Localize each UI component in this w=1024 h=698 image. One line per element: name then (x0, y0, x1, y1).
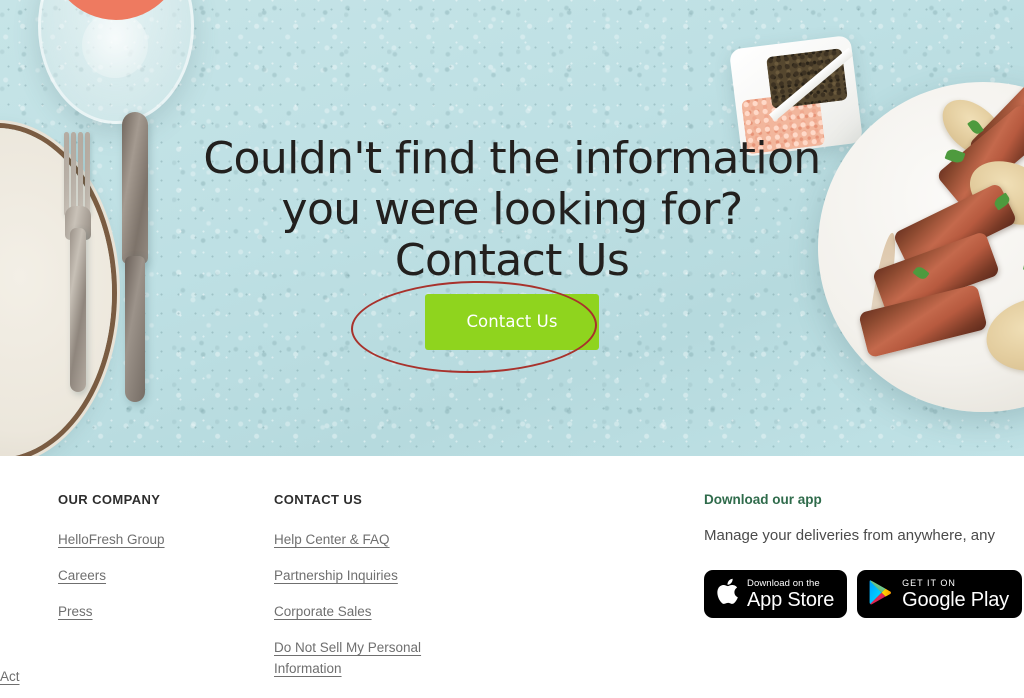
footer-link-hellofresh-group[interactable]: HelloFresh Group (58, 529, 258, 550)
site-footer: OUR COMPANY HelloFresh Group Careers Pre… (0, 456, 1024, 698)
page-title: Couldn't find the information you were l… (0, 133, 1024, 286)
footer-column-contact-us: CONTACT US Help Center & FAQ Partnership… (274, 492, 474, 694)
footer-link-partial-act[interactable]: Act (0, 669, 20, 684)
page-root: Couldn't find the information you were l… (0, 0, 1024, 698)
footer-column-download-app: Download our app Manage your deliveries … (704, 492, 1024, 618)
apple-logo-icon (715, 577, 739, 611)
footer-link-careers[interactable]: Careers (58, 565, 258, 586)
headline-line-3: Contact Us (394, 235, 630, 287)
app-store-badge[interactable]: Download on the App Store (704, 570, 848, 618)
app-store-badge-small-text: Download on the (747, 577, 820, 589)
google-play-badge[interactable]: GET IT ON Google Play (857, 570, 1022, 618)
footer-heading-our-company: OUR COMPANY (58, 492, 161, 507)
google-play-logo-icon (868, 578, 894, 611)
footer-link-press[interactable]: Press (58, 601, 258, 622)
footer-column-our-company: OUR COMPANY HelloFresh Group Careers Pre… (58, 492, 258, 637)
google-play-badge-small-text: GET IT ON (902, 577, 956, 588)
footer-link-partnership-inquiries[interactable]: Partnership Inquiries (274, 565, 474, 586)
google-play-badge-big-text: Google Play (902, 588, 1009, 611)
google-play-badge-text: GET IT ON Google Play (902, 578, 1009, 611)
contact-us-button[interactable]: Contact Us (425, 294, 599, 350)
hero-content: Couldn't find the information you were l… (0, 0, 1024, 456)
app-store-badge-text: Download on the App Store (747, 578, 834, 611)
footer-heading-contact-us: CONTACT US (274, 492, 363, 507)
headline-line-1: Couldn't find the information (203, 133, 821, 185)
cta-container: Contact Us (0, 294, 1024, 350)
headline-line-2: you were looking for? (281, 184, 744, 236)
app-tagline: Manage your deliveries from anywhere, an… (704, 527, 995, 544)
hero-section: Couldn't find the information you were l… (0, 0, 1024, 456)
footer-link-do-not-sell-my-personal-information[interactable]: Do Not Sell My Personal Information (274, 637, 434, 679)
app-store-badge-big-text: App Store (747, 588, 835, 611)
footer-heading-download-our-app: Download our app (704, 492, 822, 507)
app-store-badges: Download on the App Store GET IT ON Goog… (704, 570, 1024, 618)
footer-link-help-center-faq[interactable]: Help Center & FAQ (274, 529, 474, 550)
footer-link-corporate-sales[interactable]: Corporate Sales (274, 601, 474, 622)
